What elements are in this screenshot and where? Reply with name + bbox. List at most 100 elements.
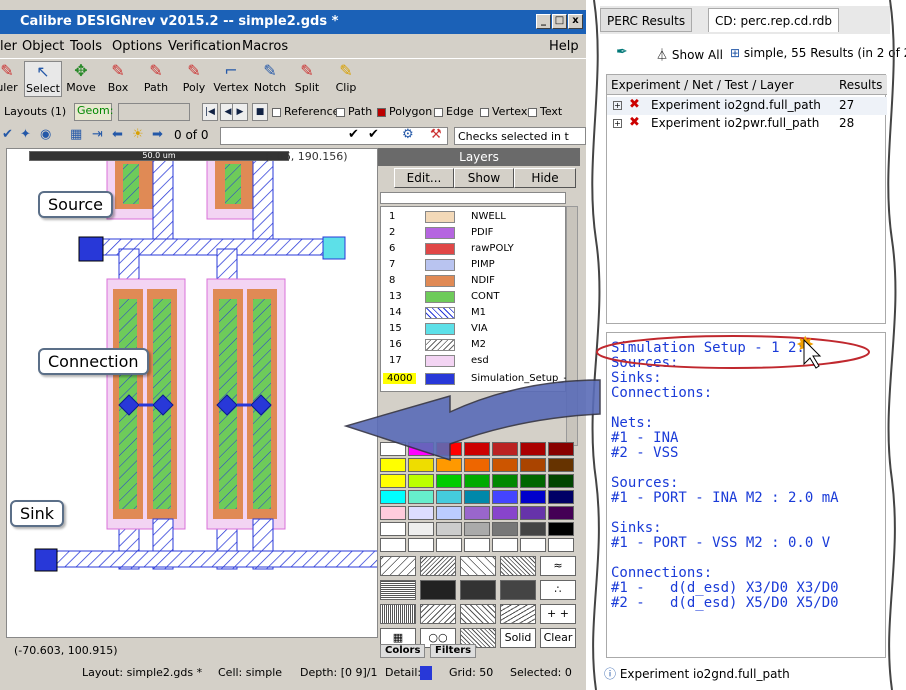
result-select[interactable] — [220, 127, 448, 145]
tool-label: Poly — [182, 81, 206, 94]
selection-bar: Layouts (1) Geom: |◀ ◀ ▶ ■ Reference Pat… — [0, 100, 586, 124]
layer-row[interactable]: 16 M2 — [381, 337, 567, 353]
results-summary: ⊞ simple, 55 Results (in 2 of 2 — [730, 46, 906, 60]
checklist-icon[interactable]: ✔ — [368, 127, 379, 142]
filter-reference[interactable]: Reference — [272, 105, 339, 118]
wave-pattern[interactable]: ≈ — [540, 556, 576, 576]
color-palette[interactable]: ≈ ∴ + + ▦ ○○ Solid Clear — [380, 442, 578, 648]
menu-macros[interactable]: Macros — [242, 39, 288, 54]
clear-button[interactable]: Clear — [540, 628, 576, 648]
back-icon[interactable]: ⬅ — [112, 127, 123, 142]
edit-layers-button[interactable]: Edit... — [394, 168, 454, 188]
layout-canvas[interactable]: 50.0 um (- 06, 190.156) — [6, 148, 378, 638]
results-table[interactable]: Experiment / Net / Test / Layer Results … — [606, 74, 887, 324]
filter-text[interactable]: Text — [528, 105, 562, 118]
minimize-button[interactable]: _ — [536, 14, 551, 29]
layer-row[interactable]: 14 M1 — [381, 305, 567, 321]
col-header-experiment[interactable]: Experiment / Net / Test / Layer — [607, 75, 835, 95]
expand-icon[interactable]: + — [613, 119, 622, 128]
tool-clip[interactable]: ✎ Clip — [327, 61, 365, 97]
expand-icon[interactable]: + — [613, 101, 622, 110]
geom-value-field[interactable] — [118, 103, 190, 121]
tool-vertex[interactable]: ⌐ Vertex — [212, 61, 250, 97]
tool-move[interactable]: ✥ Move — [62, 61, 100, 97]
console-line: #1 - INA — [611, 430, 679, 446]
layer-name: PIMP — [471, 259, 495, 270]
text-checkbox[interactable] — [528, 107, 537, 117]
stop-button[interactable]: ■ — [252, 103, 268, 121]
menu-help[interactable]: Help — [549, 39, 579, 54]
reference-checkbox[interactable] — [272, 107, 281, 117]
menu-object[interactable]: Object — [22, 39, 64, 54]
tool-poly[interactable]: ✎ Poly — [175, 61, 213, 97]
layer-scrollbar[interactable] — [566, 206, 578, 446]
maximize-button[interactable]: □ — [552, 14, 567, 29]
highlight-icon[interactable]: ☀ — [132, 127, 144, 142]
check-icon[interactable]: ✔ — [2, 127, 13, 142]
next-page-button[interactable]: ▶ — [232, 103, 248, 121]
menu-verification[interactable]: Verification — [168, 39, 241, 54]
layouts-menu[interactable]: Layouts (1) — [4, 105, 66, 118]
filter-vertex[interactable]: Vertex — [480, 105, 527, 118]
filter-label: Reference — [284, 105, 340, 118]
layer-filter-field[interactable] — [380, 192, 566, 204]
polygon-checkbox[interactable] — [377, 107, 386, 117]
tool-label: Notch — [253, 81, 287, 94]
show-layers-button[interactable]: Show — [454, 168, 514, 188]
table-row[interactable]: + ✖ Experiment io2gnd.full_path 27 — [607, 97, 887, 115]
tab-perc-results[interactable]: PERC Results — [600, 8, 693, 32]
zoom-icon[interactable]: ◉ — [40, 127, 51, 142]
layer-row[interactable]: 17 esd — [381, 353, 567, 369]
layer-list[interactable]: 1 NWELL 2 PDIF 6 rawPOLY 7 PIMP 8 NDIF 13 CONT… — [380, 206, 567, 392]
layer-row[interactable]: 1 NWELL — [381, 209, 567, 225]
step-icon[interactable]: ⇥ — [92, 127, 103, 142]
filter-polygon[interactable]: Polygon — [377, 105, 432, 118]
table-row[interactable]: + ✖ Experiment io2pwr.full_path 28 — [607, 115, 887, 133]
check-dropdown-icon[interactable]: ✔ — [348, 127, 359, 142]
layer-row[interactable]: 7 PIMP — [381, 257, 567, 273]
pen-icon[interactable]: ✒ — [616, 44, 628, 60]
tab-filters[interactable]: Filters — [430, 644, 477, 658]
layer-row[interactable]: 4000 Simulation_Setup_- — [381, 371, 567, 387]
path-checkbox[interactable] — [336, 107, 345, 117]
first-page-button[interactable]: |◀ — [202, 103, 218, 121]
layer-number: 14 — [389, 307, 402, 318]
tab-cd-rdb[interactable]: CD: perc.rep.cd.rdb — [708, 8, 840, 32]
layer-swatch — [425, 323, 455, 335]
layer-row[interactable]: 13 CONT — [381, 289, 567, 305]
checks-selector[interactable]: Checks selected in t — [454, 127, 586, 145]
edge-checkbox[interactable] — [434, 107, 443, 117]
tool-notch[interactable]: ✎ Notch — [251, 61, 289, 97]
tools-icon[interactable]: ⚒ — [430, 127, 442, 142]
layer-row[interactable]: 6 rawPOLY — [381, 241, 567, 257]
forward-icon[interactable]: ➡ — [152, 127, 163, 142]
tool-split[interactable]: ✎ Split — [288, 61, 326, 97]
tool-box[interactable]: ✎ Box — [99, 61, 137, 97]
col-header-results[interactable]: Results — [835, 75, 887, 95]
filter-path[interactable]: Path — [336, 105, 372, 118]
tool-select[interactable]: ↖ Select — [24, 61, 62, 97]
filter-edge[interactable]: Edge — [434, 105, 474, 118]
layer-row[interactable]: 15 VIA — [381, 321, 567, 337]
settings-gear-icon[interactable]: ⚙ — [402, 127, 414, 142]
tool-ruler[interactable]: ✎uler — [0, 61, 26, 97]
tool-path[interactable]: ✎ Path — [137, 61, 175, 97]
show-all-label: Show All — [671, 48, 723, 62]
layout-drawing[interactable] — [7, 149, 378, 638]
run-icon[interactable]: ✦ — [20, 127, 31, 142]
layer-row[interactable]: 2 PDIF — [381, 225, 567, 241]
geom-selector[interactable]: Geom: — [74, 103, 113, 121]
menu-options[interactable]: Options — [112, 39, 162, 54]
solid-button[interactable]: Solid — [500, 628, 536, 648]
vertex-checkbox[interactable] — [480, 107, 489, 117]
show-all-filter[interactable]: ⏃ Show All — [656, 46, 723, 63]
hide-layers-button[interactable]: Hide — [514, 168, 576, 188]
close-button[interactable]: x — [568, 14, 583, 29]
tab-colors[interactable]: Colors — [380, 644, 426, 658]
layer-row[interactable]: 8 NDIF — [381, 273, 567, 289]
layer-number: 1 — [389, 211, 396, 222]
grid-icon[interactable]: ▦ — [70, 127, 82, 142]
menu-ruler[interactable]: ler — [0, 39, 17, 54]
menu-tools[interactable]: Tools — [70, 39, 102, 54]
